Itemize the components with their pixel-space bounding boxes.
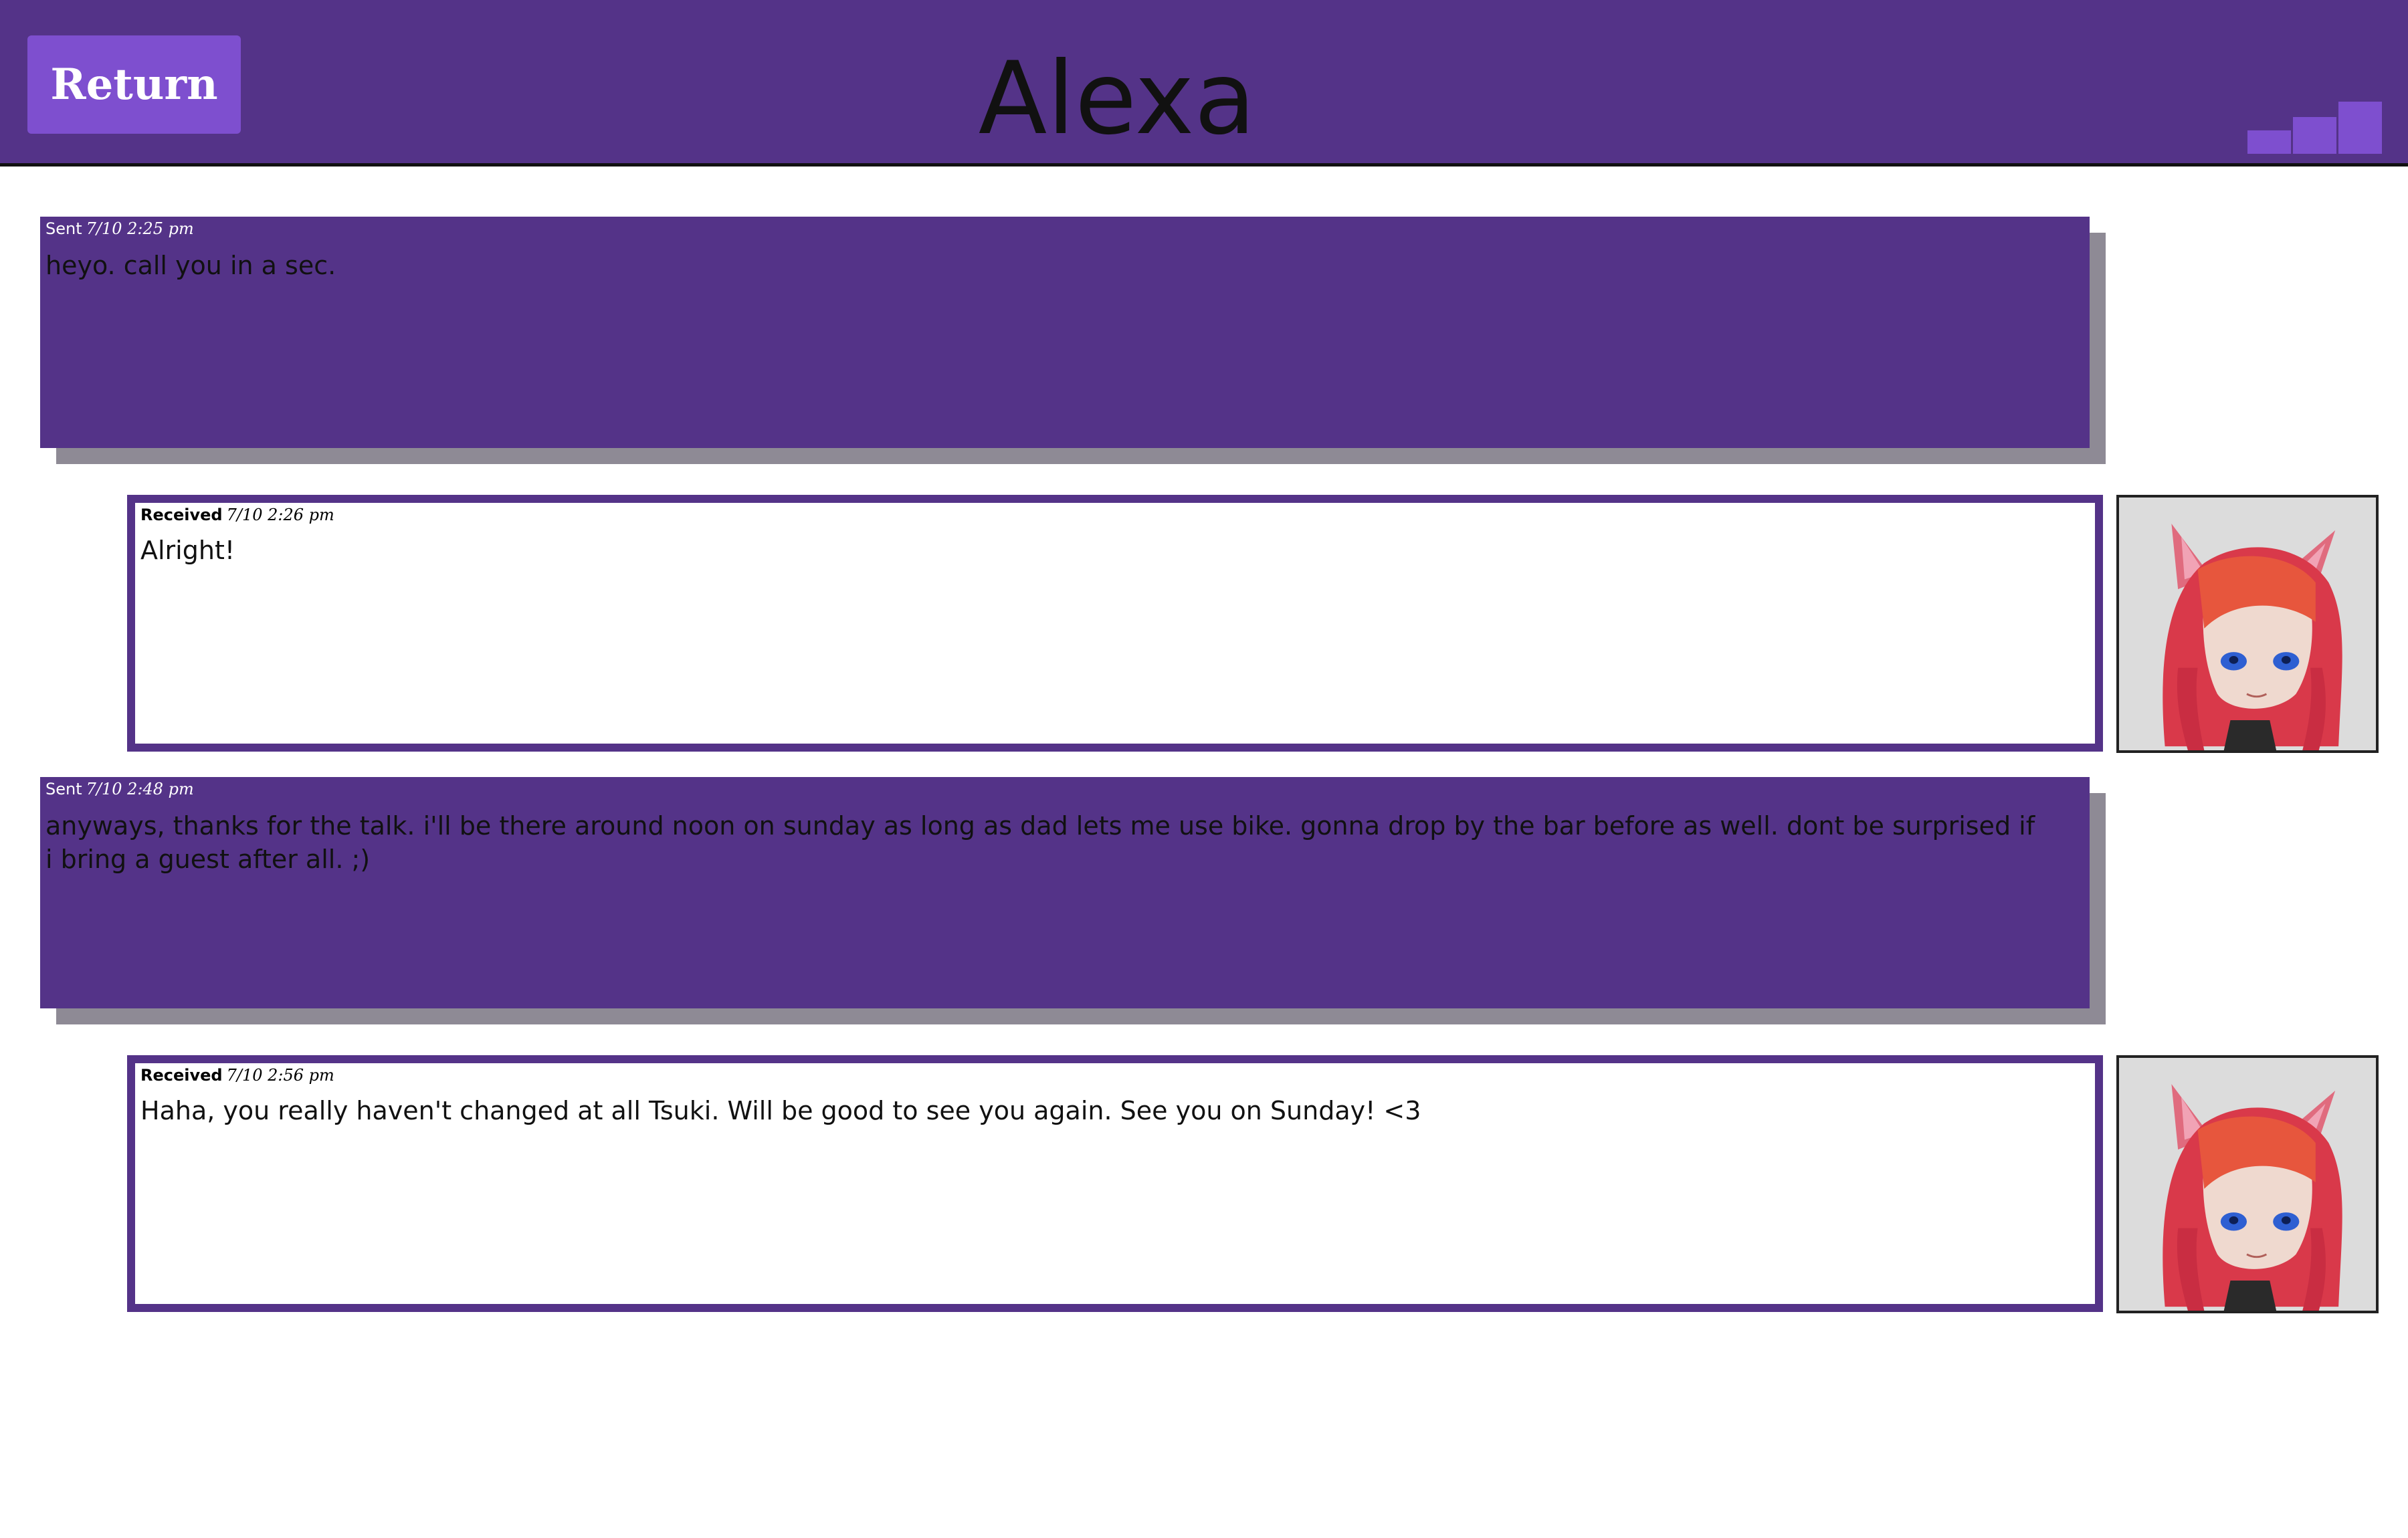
return-button[interactable]: Return (27, 35, 241, 134)
header-bar: Return Alexa (0, 0, 2408, 167)
message-timestamp: 7/10 2:56 pm (226, 1066, 334, 1085)
message-direction-label: Sent (45, 219, 82, 238)
message-timestamp: 7/10 2:26 pm (226, 506, 334, 524)
received-message: Received 7/10 2:26 pm Alright! (127, 495, 2103, 752)
message-meta: Sent 7/10 2:25 pm (45, 219, 194, 239)
message-text: Haha, you really haven't changed at all … (140, 1096, 1421, 1125)
sent-message: Sent 7/10 2:48 pm anyways, thanks for the… (40, 777, 2090, 1008)
message-timestamp: 7/10 2:48 pm (86, 780, 194, 798)
message-meta: Sent 7/10 2:48 pm (45, 779, 194, 799)
received-message: Received 7/10 2:56 pm Haha, you really ha… (127, 1055, 2103, 1312)
message-direction-label: Received (140, 1066, 223, 1085)
message-text: Alright! (140, 536, 235, 565)
signal-bars-icon (2247, 100, 2382, 154)
message-timestamp: 7/10 2:25 pm (86, 219, 194, 238)
message-meta: Received 7/10 2:56 pm (140, 1065, 334, 1085)
contact-name-title: Alexa (978, 41, 1256, 157)
contact-avatar-icon[interactable] (2116, 495, 2379, 753)
contact-avatar-icon[interactable] (2116, 1055, 2379, 1313)
message-direction-label: Sent (45, 780, 82, 798)
message-text: heyo. call you in a sec. (45, 251, 336, 280)
message-direction-label: Received (140, 506, 223, 524)
message-meta: Received 7/10 2:26 pm (140, 505, 334, 525)
message-text: anyways, thanks for the talk. i'll be th… (45, 811, 2035, 874)
sent-message: Sent 7/10 2:25 pm heyo. call you in a sec… (40, 217, 2090, 448)
